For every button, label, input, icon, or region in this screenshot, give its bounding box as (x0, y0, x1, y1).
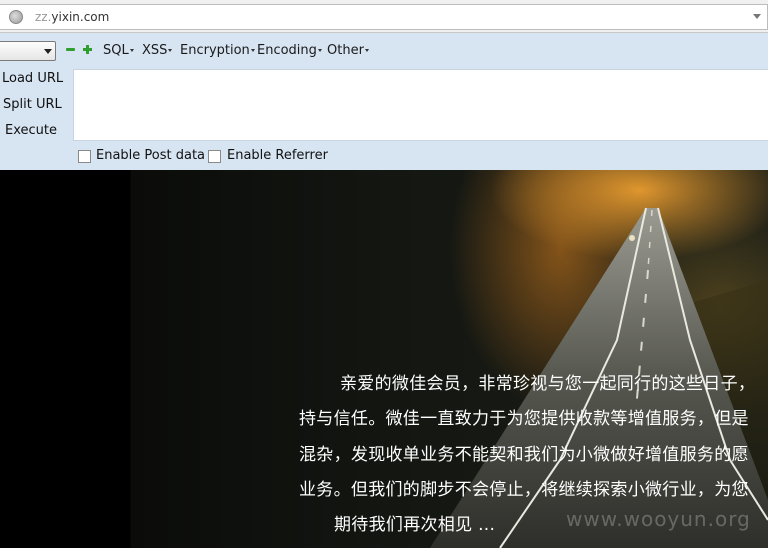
url-text[interactable]: zz.yixin.com (35, 10, 109, 24)
dropdown-arrow-icon (129, 49, 134, 52)
execute-button[interactable]: Execute (5, 123, 57, 138)
post-data-checkbox[interactable] (78, 150, 91, 163)
notice-line-2: 持与信任。微佳一直致力于为您提供收款等增值服务，但是 (299, 409, 749, 429)
menu-label: SQL (103, 43, 129, 58)
referrer-checkbox[interactable] (208, 150, 221, 163)
address-bar: zz.yixin.com (0, 0, 768, 33)
notice-line-4: 业务。但我们的脚步不会停止，将继续探索小微行业，为您 (299, 480, 749, 500)
notice-line-5: 期待我们再次相见 ... (334, 515, 496, 535)
increase-icon[interactable] (83, 45, 92, 54)
menu-label: XSS (142, 43, 168, 58)
dropdown-arrow-icon (364, 49, 369, 52)
url-prefix: zz. (35, 10, 52, 24)
post-data-label: Enable Post data (96, 148, 206, 163)
chevron-down-icon (44, 49, 52, 54)
load-url-button[interactable]: Load URL (2, 71, 63, 86)
notice-line-1: 亲爱的微佳会员，非常珍视与您一起同行的这些日子， (340, 374, 756, 394)
globe-icon (9, 10, 23, 24)
hackbar-select[interactable] (0, 41, 56, 61)
url-field[interactable]: zz.yixin.com (0, 4, 768, 30)
dropdown-arrow-icon (168, 49, 173, 52)
menu-label: Encoding (257, 43, 317, 58)
menu-other[interactable]: Other (327, 43, 369, 58)
url-dropdown-icon[interactable] (753, 14, 761, 19)
notice-line-3: 混杂，发现收单业务不能契和我们为小微做好增值服务的愿 (299, 445, 749, 465)
url-host: yixin.com (51, 10, 110, 24)
dropdown-arrow-icon (317, 49, 322, 52)
page-content: 亲爱的微佳会员，非常珍视与您一起同行的这些日子， 持与信任。微佳一直致力于为您提… (0, 170, 768, 548)
hackbar-toolbar: SQL XSS Encryption Encoding Other Load U… (0, 33, 768, 170)
url-textarea[interactable] (73, 69, 768, 141)
decrease-icon[interactable] (66, 45, 75, 54)
menu-label: Other (327, 43, 364, 58)
menu-encoding[interactable]: Encoding (257, 43, 322, 58)
menu-xss[interactable]: XSS (142, 43, 173, 58)
dropdown-arrow-icon (250, 49, 255, 52)
menu-sql[interactable]: SQL (103, 43, 134, 58)
menu-label: Encryption (180, 43, 250, 58)
split-url-button[interactable]: Split URL (3, 97, 62, 112)
menu-encryption[interactable]: Encryption (180, 43, 255, 58)
referrer-label: Enable Referrer (227, 148, 328, 163)
watermark: www.wooyun.org (566, 507, 751, 531)
